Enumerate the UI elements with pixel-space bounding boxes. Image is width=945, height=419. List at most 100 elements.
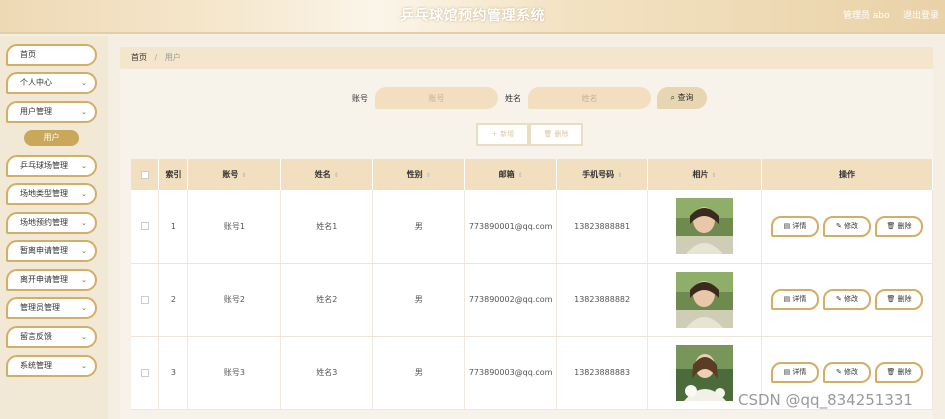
chevron-down-icon: ⌄	[81, 362, 87, 370]
cell-gender: 男	[372, 263, 466, 337]
cell-account: 账号1	[187, 190, 282, 264]
header-label: 邮箱	[498, 170, 515, 179]
sidebar-item-temp-leave[interactable]: 暂离申请管理 ⌄	[6, 240, 97, 262]
delete-button[interactable]: 🗑 删除	[875, 362, 924, 383]
sidebar-item-label: 离开申请管理	[20, 275, 68, 284]
row-checkbox[interactable]	[140, 295, 149, 304]
delete-button[interactable]: 🗑 删除	[875, 289, 924, 310]
name-search-label: 姓名	[505, 94, 521, 103]
chevron-down-icon: ⌄	[81, 276, 87, 284]
chevron-down-icon: ⌄	[81, 190, 87, 198]
sidebar-item-admins[interactable]: 管理员管理 ⌄	[6, 297, 97, 319]
edit-button[interactable]: ✎ 修改	[823, 362, 872, 383]
chevron-down-icon: ⌄	[81, 219, 87, 227]
row-select-cell[interactable]	[131, 336, 160, 410]
breadcrumb-home[interactable]: 首页	[131, 53, 147, 62]
cell-actions: ▤ 详情 ✎ 修改 🗑 删除	[761, 263, 933, 337]
row-checkbox[interactable]	[140, 222, 149, 231]
cell-gender: 男	[372, 336, 466, 410]
edit-button[interactable]: ✎ 修改	[823, 289, 872, 310]
column-header-email[interactable]: 邮箱 ⇕	[464, 159, 558, 190]
user-table: 索引 账号 ⇕ 姓名 ⇕ 性别 ⇕ 邮箱 ⇕ 手机号码 ⇕ 相片 ⇕ 操作 1 账号1 姓名…	[131, 159, 933, 410]
sidebar-item-courts[interactable]: 乒乓球场管理 ⌄	[6, 155, 97, 177]
header-label: 账号	[222, 170, 239, 179]
add-button[interactable]: ＋ 新增	[476, 123, 529, 146]
user-photo	[676, 198, 734, 255]
row-checkbox[interactable]	[140, 368, 149, 377]
batch-delete-button[interactable]: 🗑 删除	[529, 123, 583, 146]
watermark: CSDN @qq_834251331	[738, 391, 913, 409]
top-header: 乒乓球馆预约管理系统 管理员 abo 退出登录	[0, 0, 945, 34]
header-label: 性别	[406, 170, 423, 179]
table-row: 2 账号2 姓名2 男 773890002@qq.com 13823888882…	[131, 263, 933, 337]
header-label: 手机号码	[582, 170, 615, 179]
cell-email: 773890002@qq.com	[464, 263, 558, 337]
row-select-cell[interactable]	[131, 263, 160, 337]
app-title: 乒乓球馆预约管理系统	[400, 8, 545, 24]
cell-phone: 13823888881	[556, 190, 649, 264]
sidebar-item-leave[interactable]: 离开申请管理 ⌄	[6, 269, 97, 291]
breadcrumb-current: 用户	[164, 53, 181, 62]
sidebar-item-reservations[interactable]: 场地预约管理 ⌄	[6, 212, 97, 234]
header-label: 姓名	[314, 170, 331, 179]
column-header-name[interactable]: 姓名 ⇕	[280, 159, 374, 190]
sort-icon[interactable]: ⇕	[426, 172, 431, 179]
sidebar-item-label: 个人中心	[20, 78, 52, 87]
detail-button[interactable]: ▤ 详情	[771, 362, 820, 383]
account-search-input[interactable]	[375, 87, 498, 109]
chevron-down-icon: ⌄	[81, 304, 87, 312]
name-search-input[interactable]	[528, 87, 651, 109]
sidebar-item-label: 留言反馈	[20, 332, 52, 341]
select-all-cell[interactable]	[131, 159, 160, 190]
chevron-down-icon: ⌄	[81, 108, 87, 116]
cell-actions: ▤ 详情 ✎ 修改 🗑 删除	[761, 190, 933, 264]
query-button[interactable]: ⌕ 查询	[657, 87, 707, 109]
cell-name: 姓名3	[280, 336, 374, 410]
header-label: 操作	[839, 170, 856, 179]
column-header-account[interactable]: 账号 ⇕	[187, 159, 282, 190]
cell-photo	[647, 263, 763, 337]
sidebar-subitem-user[interactable]: 用户	[24, 130, 79, 146]
edit-button[interactable]: ✎ 修改	[823, 215, 872, 237]
row-select-cell[interactable]	[131, 190, 160, 264]
sort-icon[interactable]: ⇕	[241, 172, 246, 179]
chevron-down-icon: ⌄	[81, 247, 87, 255]
sort-icon[interactable]: ⇕	[617, 172, 622, 179]
cell-photo	[647, 190, 763, 264]
sidebar-item-home[interactable]: 首页	[6, 44, 97, 66]
sidebar-item-label: 管理员管理	[20, 303, 60, 312]
sidebar-item-court-types[interactable]: 场地类型管理 ⌄	[6, 183, 97, 205]
table-row: 1 账号1 姓名1 男 773890001@qq.com 13823888881…	[131, 190, 933, 264]
sidebar-item-label: 场地预约管理	[20, 218, 68, 227]
sort-icon[interactable]: ⇕	[518, 172, 523, 179]
sidebar-item-feedback[interactable]: 留言反馈 ⌄	[6, 326, 97, 348]
detail-button[interactable]: ▤ 详情	[771, 215, 820, 237]
detail-button[interactable]: ▤ 详情	[771, 289, 820, 310]
column-header-ops: 操作	[761, 159, 933, 190]
cell-name: 姓名2	[280, 263, 374, 337]
user-photo	[676, 271, 734, 328]
chevron-down-icon: ⌄	[81, 333, 87, 341]
sidebar-item-profile[interactable]: 个人中心 ⌄	[6, 72, 97, 94]
column-header-index: 索引	[158, 159, 189, 190]
column-header-phone[interactable]: 手机号码 ⇕	[556, 159, 649, 190]
cell-phone: 13823888882	[556, 263, 649, 337]
sidebar-item-users[interactable]: 用户管理 ⌄	[6, 101, 97, 123]
sidebar-item-system[interactable]: 系统管理 ⌄	[6, 355, 97, 377]
delete-button[interactable]: 🗑 删除	[875, 215, 924, 237]
sidebar-item-label: 用户管理	[20, 107, 52, 116]
sort-icon[interactable]: ⇕	[712, 172, 717, 179]
breadcrumb-separator: /	[154, 53, 158, 62]
cell-name: 姓名1	[280, 190, 374, 264]
column-header-photo[interactable]: 相片 ⇕	[647, 159, 763, 190]
cell-account: 账号2	[187, 263, 282, 337]
account-search-label: 账号	[352, 94, 368, 103]
logout-link[interactable]: 退出登录	[903, 8, 939, 21]
sidebar-item-label: 系统管理	[20, 361, 52, 370]
cell-account: 账号3	[187, 336, 282, 410]
column-header-gender[interactable]: 性别 ⇕	[372, 159, 466, 190]
cell-email: 773890003@qq.com	[464, 336, 558, 410]
select-all-checkbox[interactable]	[140, 170, 149, 179]
cell-index: 2	[158, 263, 189, 337]
sort-icon[interactable]: ⇕	[334, 172, 339, 179]
